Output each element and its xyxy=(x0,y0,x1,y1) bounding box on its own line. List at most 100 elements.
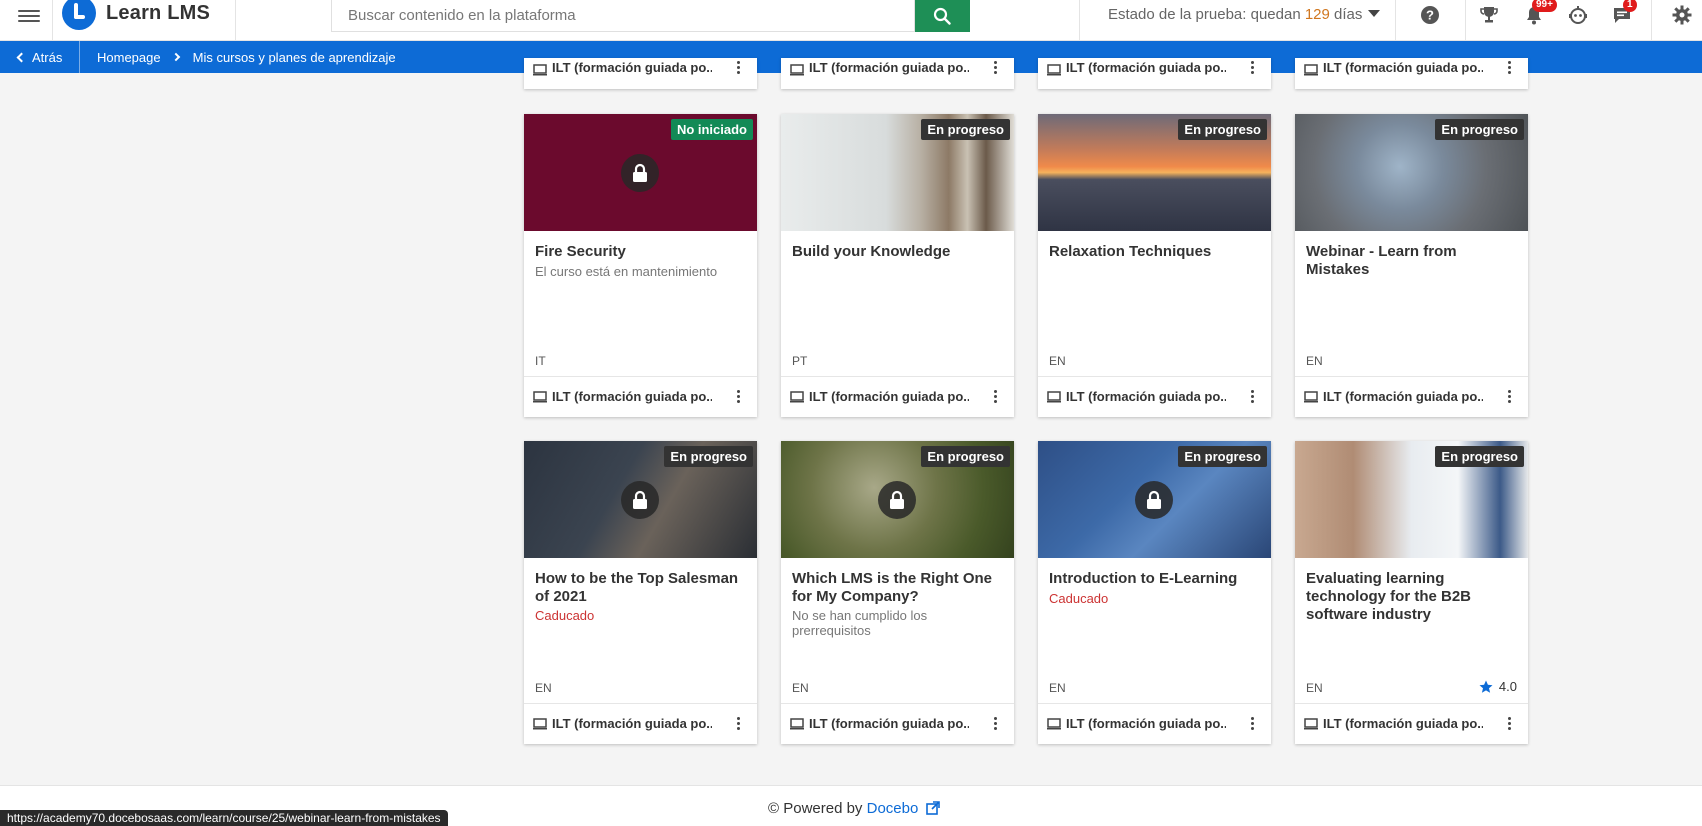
powered-by-label: © Powered by xyxy=(768,800,867,817)
more-vertical-icon[interactable] xyxy=(1504,388,1514,406)
more-vertical-icon[interactable] xyxy=(990,715,1000,733)
gear-icon xyxy=(1672,5,1692,25)
divider xyxy=(1079,0,1080,41)
divider xyxy=(1651,0,1652,41)
more-vertical-icon[interactable] xyxy=(733,59,743,77)
course-card-partial[interactable]: ILT (formación guiada po... xyxy=(1295,58,1528,89)
chevron-right-icon xyxy=(171,52,180,62)
course-language: EN xyxy=(1049,681,1066,695)
docebo-link[interactable]: Docebo xyxy=(867,800,919,817)
course-card[interactable]: En progreso Build your Knowledge PT ILT … xyxy=(781,114,1014,417)
more-vertical-icon[interactable] xyxy=(1504,59,1514,77)
status-badge: En progreso xyxy=(921,119,1010,140)
help-button[interactable]: ? xyxy=(1419,4,1445,28)
messages-button[interactable]: 1 xyxy=(1611,0,1637,28)
course-language: EN xyxy=(1049,354,1066,368)
course-language: IT xyxy=(535,354,546,368)
course-type: ILT (formación guiada po... xyxy=(1066,716,1226,731)
trial-days-count: 129 xyxy=(1304,6,1330,23)
notifications-button[interactable]: 99+ xyxy=(1523,0,1557,28)
course-thumbnail: En progreso xyxy=(1038,114,1271,231)
card-footer: ILT (formación guiada po... xyxy=(781,703,1014,744)
back-button[interactable]: Atrás xyxy=(0,41,80,73)
course-type: ILT (formación guiada po... xyxy=(552,60,712,75)
course-title: Build your Knowledge xyxy=(792,243,951,260)
app-logo[interactable]: Learn LMS xyxy=(62,0,210,32)
more-vertical-icon[interactable] xyxy=(1247,715,1257,733)
card-footer: ILT (formación guiada po... xyxy=(524,58,757,89)
more-vertical-icon[interactable] xyxy=(733,715,743,733)
status-badge: En progreso xyxy=(1435,119,1524,140)
course-type: ILT (formación guiada po... xyxy=(1066,60,1226,75)
course-type: ILT (formación guiada po... xyxy=(552,389,712,404)
course-card-partial[interactable]: ILT (formación guiada po... xyxy=(781,58,1014,89)
trophy-icon xyxy=(1480,7,1498,23)
course-card[interactable]: En progreso Evaluating learning technolo… xyxy=(1295,441,1528,744)
breadcrumb-my-courses[interactable]: Mis cursos y planes de aprendizaje xyxy=(193,50,396,65)
card-footer: ILT (formación guiada po... xyxy=(524,703,757,744)
svg-text:?: ? xyxy=(1426,8,1434,23)
more-vertical-icon[interactable] xyxy=(1247,59,1257,77)
trial-status-dropdown[interactable]: Estado de la prueba: quedan 129 días xyxy=(1108,6,1381,23)
status-badge: En progreso xyxy=(921,446,1010,467)
course-card[interactable]: En progreso Which LMS is the Right One f… xyxy=(781,441,1014,744)
course-thumbnail: En progreso xyxy=(1038,441,1271,558)
trial-days-suffix: días xyxy=(1329,6,1363,23)
card-footer: ILT (formación guiada po... xyxy=(1295,376,1528,417)
course-type: ILT (formación guiada po... xyxy=(1323,716,1483,731)
course-card-partial[interactable]: ILT (formación guiada po... xyxy=(524,58,757,89)
course-type: ILT (formación guiada po... xyxy=(1323,60,1483,75)
settings-button[interactable] xyxy=(1671,4,1697,28)
card-footer: ILT (formación guiada po... xyxy=(1038,376,1271,417)
course-subtitle: Caducado xyxy=(535,608,595,623)
more-vertical-icon[interactable] xyxy=(990,59,1000,77)
breadcrumb: Homepage Mis cursos y planes de aprendiz… xyxy=(97,41,396,73)
course-language: PT xyxy=(792,354,808,368)
lock-icon xyxy=(1135,481,1173,519)
course-card[interactable]: En progreso How to be the Top Salesman o… xyxy=(524,441,757,744)
status-badge: En progreso xyxy=(1435,446,1524,467)
more-vertical-icon[interactable] xyxy=(1247,388,1257,406)
monitor-icon xyxy=(1047,718,1061,730)
course-title: Evaluating learning technology for the B… xyxy=(1306,570,1472,623)
monitor-icon xyxy=(533,718,547,730)
course-type: ILT (formación guiada po... xyxy=(809,389,969,404)
course-card[interactable]: No iniciado Fire Security El curso está … xyxy=(524,114,757,417)
more-vertical-icon[interactable] xyxy=(1504,715,1514,733)
divider xyxy=(1465,0,1466,41)
monitor-icon xyxy=(533,391,547,403)
back-label: Atrás xyxy=(32,49,63,65)
course-type: ILT (formación guiada po... xyxy=(1066,389,1226,404)
card-footer: ILT (formación guiada po... xyxy=(524,376,757,417)
monitor-icon xyxy=(1047,64,1061,76)
search-input[interactable] xyxy=(331,0,915,32)
course-card[interactable]: En progreso Relaxation Techniques EN ILT… xyxy=(1038,114,1271,417)
course-type: ILT (formación guiada po... xyxy=(809,716,969,731)
more-vertical-icon[interactable] xyxy=(990,388,1000,406)
breadcrumb-homepage[interactable]: Homepage xyxy=(97,50,161,65)
course-thumbnail: En progreso xyxy=(1295,441,1528,558)
star-icon xyxy=(1479,680,1493,693)
course-card-partial[interactable]: ILT (formación guiada po... xyxy=(1038,58,1271,89)
divider xyxy=(235,0,236,41)
search-button[interactable] xyxy=(915,0,970,32)
lock-icon xyxy=(621,481,659,519)
course-title: Fire Security xyxy=(535,243,626,260)
more-vertical-icon[interactable] xyxy=(733,388,743,406)
achievements-button[interactable] xyxy=(1478,4,1504,28)
course-card[interactable]: En progreso Webinar - Learn from Mistake… xyxy=(1295,114,1528,417)
top-bar: Learn LMS Estado de la prueba: quedan 12… xyxy=(0,0,1702,41)
assistant-button[interactable] xyxy=(1567,4,1593,28)
course-subtitle: No se han cumplido los prerrequisitos xyxy=(792,608,928,638)
robot-icon xyxy=(1569,6,1587,24)
rating-value: 4.0 xyxy=(1498,679,1517,694)
powered-by: © Powered by Docebo xyxy=(768,800,941,817)
monitor-icon xyxy=(1304,718,1318,730)
menu-icon[interactable] xyxy=(18,7,40,25)
course-card[interactable]: En progreso Introduction to E-Learning C… xyxy=(1038,441,1271,744)
external-link-icon[interactable] xyxy=(926,801,941,815)
monitor-icon xyxy=(533,64,547,76)
course-thumbnail: No iniciado xyxy=(524,114,757,231)
course-language: EN xyxy=(535,681,552,695)
course-title: Relaxation Techniques xyxy=(1049,243,1212,260)
